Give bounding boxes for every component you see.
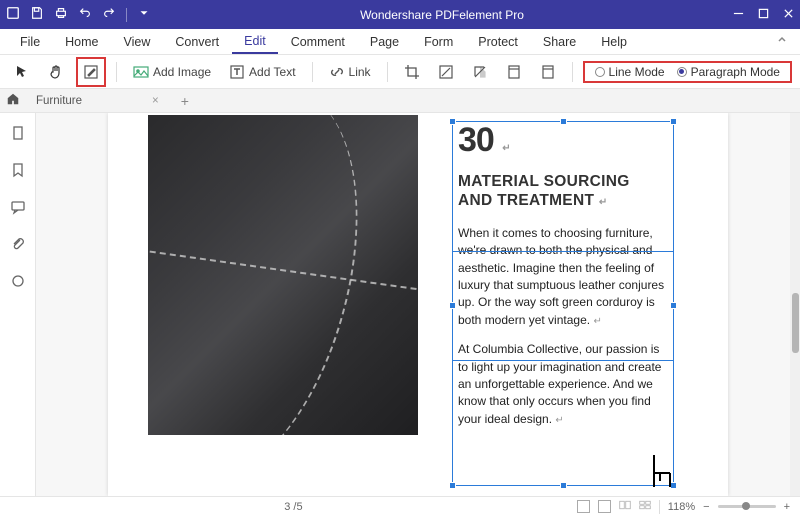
home-icon[interactable]	[6, 92, 20, 109]
document-tabs: Furniture × +	[0, 89, 800, 113]
status-bar: 3 /5 118% − +	[0, 496, 800, 516]
chair-icon	[648, 453, 676, 492]
add-image-button[interactable]: Add Image	[127, 60, 217, 84]
menu-help[interactable]: Help	[589, 31, 639, 53]
edit-toolbar: Add Image Add Text Link <** x1="3" y1="1…	[0, 55, 800, 89]
crop-tool[interactable]	[398, 60, 426, 84]
vertical-scrollbar[interactable]	[790, 113, 800, 496]
collapse-ribbon-icon[interactable]	[776, 34, 792, 49]
line-mode-label: Line Mode	[609, 65, 665, 79]
zoom-slider[interactable]	[718, 505, 776, 508]
text-column: 30 ↵ MATERIAL SOURCING AND TREATMENT ↵ W…	[458, 121, 668, 440]
edit-mode-group: Line Mode Paragraph Mode	[583, 61, 792, 83]
save-icon[interactable]	[30, 6, 44, 23]
header-footer-tool[interactable]	[500, 60, 528, 84]
menu-home[interactable]: Home	[53, 31, 110, 53]
title-bar: Wondershare PDFelement Pro	[0, 0, 800, 29]
background-tool[interactable]	[466, 60, 494, 84]
toolbar-sep	[387, 62, 388, 82]
document-tab[interactable]: Furniture ×	[26, 92, 169, 110]
new-tab-button[interactable]: +	[175, 93, 195, 109]
menu-form[interactable]: Form	[412, 31, 465, 53]
attachments-icon[interactable]	[10, 236, 26, 255]
app-logo-icon	[6, 6, 20, 23]
bates-tool[interactable]: <** x1="3" y1="11" x2="13" y2="11"/>	[534, 60, 562, 84]
document-page: 30 ↵ MATERIAL SOURCING AND TREATMENT ↵ W…	[108, 113, 728, 496]
paragraph-1: When it comes to choosing furniture, we'…	[458, 226, 664, 327]
undo-icon[interactable]	[78, 6, 92, 23]
view-continuous-icon[interactable]	[598, 500, 611, 513]
menu-convert[interactable]: Convert	[163, 31, 231, 53]
paragraph-2: At Columbia Collective, our passion is t…	[458, 342, 661, 426]
select-tool[interactable]	[8, 60, 36, 84]
leather-image	[148, 115, 418, 435]
menu-view[interactable]: View	[112, 31, 163, 53]
add-text-button[interactable]: Add Text	[223, 60, 301, 84]
maximize-button[interactable]	[758, 8, 769, 22]
hand-tool[interactable]	[42, 60, 70, 84]
zoom-value: 118%	[668, 501, 695, 513]
search-panel-icon[interactable]	[10, 273, 26, 292]
line-mode-radio[interactable]: Line Mode	[595, 65, 665, 79]
view-facing-continuous-icon[interactable]	[639, 499, 651, 514]
redo-icon[interactable]	[102, 6, 116, 23]
view-facing-icon[interactable]	[619, 499, 631, 514]
toolbar-sep	[312, 62, 313, 82]
menu-share[interactable]: Share	[531, 31, 588, 53]
menu-edit[interactable]: Edit	[232, 30, 278, 54]
minimize-button[interactable]	[733, 8, 744, 22]
close-button[interactable]	[783, 8, 794, 22]
tab-title: Furniture	[36, 95, 82, 107]
edit-object-tool[interactable]	[76, 57, 106, 87]
body-text-block[interactable]: When it comes to choosing furniture, we'…	[458, 225, 668, 429]
watermark-tool[interactable]	[432, 60, 460, 84]
status-sep	[659, 500, 660, 514]
page-canvas[interactable]: 30 ↵ MATERIAL SOURCING AND TREATMENT ↵ W…	[36, 113, 800, 496]
work-area: 30 ↵ MATERIAL SOURCING AND TREATMENT ↵ W…	[0, 113, 800, 496]
zoom-in-button[interactable]: +	[784, 501, 790, 513]
add-text-label: Add Text	[249, 65, 295, 79]
paragraph-mode-radio[interactable]: Paragraph Mode	[677, 65, 780, 79]
paragraph-mode-label: Paragraph Mode	[691, 65, 780, 79]
menu-protect[interactable]: Protect	[466, 31, 530, 53]
qat-dropdown-icon[interactable]	[137, 6, 151, 23]
menu-bar: File Home View Convert Edit Comment Page…	[0, 29, 800, 55]
link-button[interactable]: Link	[323, 60, 377, 84]
qat-divider	[126, 8, 127, 22]
zoom-out-button[interactable]: −	[703, 501, 709, 513]
page-indicator[interactable]: 3 /5	[10, 501, 577, 513]
close-tab-icon[interactable]: ×	[152, 95, 159, 107]
menu-page[interactable]: Page	[358, 31, 411, 53]
toolbar-sep	[116, 62, 117, 82]
section-heading[interactable]: MATERIAL SOURCING AND TREATMENT ↵	[458, 172, 668, 211]
menu-file[interactable]: File	[8, 31, 52, 53]
toolbar-sep	[572, 62, 573, 82]
app-title: Wondershare PDFelement Pro	[151, 8, 733, 22]
menu-comment[interactable]: Comment	[279, 31, 357, 53]
view-single-icon[interactable]	[577, 500, 590, 513]
bookmarks-icon[interactable]	[10, 162, 26, 181]
page-number-large[interactable]: 30 ↵	[458, 121, 668, 160]
link-label: Link	[349, 65, 371, 79]
comments-icon[interactable]	[10, 199, 26, 218]
add-image-label: Add Image	[153, 65, 211, 79]
scrollbar-thumb[interactable]	[792, 293, 799, 353]
thumbnails-icon[interactable]	[10, 125, 26, 144]
print-icon[interactable]	[54, 6, 68, 23]
left-sidebar	[0, 113, 36, 496]
